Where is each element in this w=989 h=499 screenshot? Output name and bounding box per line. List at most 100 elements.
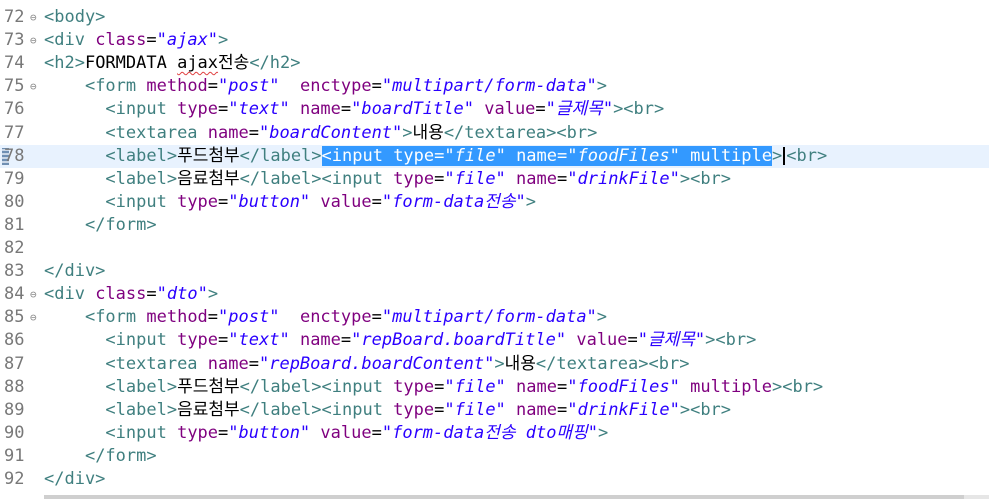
code-line[interactable]: 86 <input type="text" name="repBoard.boa…: [0, 329, 989, 352]
line-number: 86: [4, 330, 25, 351]
code-token: =: [557, 399, 568, 420]
code-text: <form method="post" enctype="multipart/f…: [44, 75, 607, 98]
line-number: 75: [4, 76, 25, 97]
line-gutter: 91: [0, 445, 44, 468]
code-line[interactable]: 89 <label>음료첨부</label><input type="file"…: [0, 399, 989, 422]
code-token: =: [248, 353, 259, 374]
line-gutter: 84 ⊖: [0, 283, 44, 306]
code-token: =: [340, 99, 352, 120]
code-line[interactable]: 74 <h2>FORMDATA ajax전송</h2>: [0, 52, 989, 75]
code-token: </form>: [84, 214, 157, 235]
code-token: >: [596, 76, 608, 97]
code-token: type: [177, 191, 219, 212]
text-cursor: [783, 146, 786, 165]
code-token: >: [596, 307, 608, 328]
code-text: <label>푸드첨부</label><input type="file" na…: [44, 145, 827, 168]
collapse-icon[interactable]: ⊖: [30, 283, 37, 306]
code-token: </label><input: [239, 376, 394, 397]
code-text: <form method="post" enctype="multipart/f…: [44, 306, 607, 329]
code-token: =: [434, 399, 445, 420]
code-token: </div>: [44, 469, 106, 489]
code-token: =: [557, 145, 568, 166]
code-line[interactable]: 90 <input type="button" value="form-data…: [0, 422, 989, 445]
code-line[interactable]: 92 </div>: [0, 468, 989, 491]
code-token: multiple: [690, 145, 772, 166]
code-token: </h2>: [249, 53, 301, 74]
line-gutter: 80: [0, 191, 44, 214]
code-token: enctype: [299, 307, 372, 328]
code-text: <input type="text" name="repBoard.boardT…: [44, 329, 756, 352]
code-line[interactable]: 88 <label>푸드첨부</label><input type="file"…: [0, 376, 989, 399]
code-text: <input type="text" name="boardTitle" val…: [44, 98, 664, 121]
code-line[interactable]: 91 </form>: [0, 445, 989, 468]
line-number: 84: [4, 284, 25, 305]
code-line[interactable]: 85 ⊖ <form method="post" enctype="multipa…: [0, 306, 989, 329]
code-line[interactable]: 77 <textarea name="boardContent">내용</tex…: [0, 122, 989, 145]
code-token: <body>: [44, 7, 106, 27]
code-line[interactable]: 75 ⊖ <form method="post" enctype="multipa…: [0, 75, 989, 98]
code-line[interactable]: 72 ⊖ <body>: [0, 6, 989, 29]
horizontal-scrollbar[interactable]: [44, 495, 989, 499]
code-token: =: [434, 145, 445, 166]
code-token: >: [494, 353, 505, 374]
code-token: >: [218, 30, 229, 51]
code-text: <textarea name="boardContent">내용</textar…: [44, 122, 597, 145]
line-gutter: 81: [0, 214, 44, 237]
code-line[interactable]: 82: [0, 237, 989, 260]
code-text: <div class="dto">: [44, 283, 218, 306]
code-line[interactable]: 76 <input type="text" name="boardTitle" …: [0, 98, 989, 121]
collapse-icon[interactable]: ⊖: [30, 306, 37, 329]
code-line[interactable]: 87 <textarea name="repBoard.boardContent…: [0, 353, 989, 376]
code-line[interactable]: 73 ⊖ <div class="ajax">: [0, 29, 989, 52]
code-token: value: [484, 99, 536, 120]
code-token: type: [177, 330, 219, 351]
code-token: "text": [228, 330, 290, 351]
code-token: >: [772, 145, 783, 166]
code-token: name: [299, 99, 341, 120]
code-line[interactable]: 81 </form>: [0, 214, 989, 237]
code-token: </label><input: [239, 168, 394, 189]
code-token: <form: [84, 307, 147, 328]
code-token: ><br>: [613, 99, 665, 120]
code-token: "boardContent": [258, 122, 403, 143]
code-token: </label><input: [239, 399, 394, 420]
scrollbar-thumb[interactable]: [44, 495, 964, 499]
code-editor[interactable]: 72 ⊖ <body> 73 ⊖ <div class="ajax"> 74 <h2>FORM…: [0, 0, 989, 499]
code-token: method: [146, 76, 208, 97]
collapse-icon[interactable]: ⊖: [30, 29, 37, 52]
code-token: method: [146, 307, 208, 328]
collapse-icon[interactable]: ⊖: [30, 75, 37, 98]
code-line[interactable]: 84 ⊖ <div class="dto">: [0, 283, 989, 306]
code-token: "글제목": [637, 330, 706, 351]
code-token: <div: [44, 30, 96, 51]
code-token: <input: [321, 145, 394, 166]
collapse-icon[interactable]: ⊖: [30, 6, 37, 29]
code-token: type: [177, 99, 219, 120]
line-number: 73: [4, 30, 25, 51]
code-token: "button": [228, 422, 311, 443]
code-line[interactable]: 80 <input type="button" value="form-data…: [0, 191, 989, 214]
code-line[interactable]: 79 <label>음료첨부</label><input type="file"…: [0, 168, 989, 191]
code-token: name: [207, 353, 249, 374]
code-token: =: [371, 191, 382, 212]
code-line[interactable]: 78 <label>푸드첨부</label><input type="file"…: [0, 144, 989, 168]
code-token: <div: [44, 284, 96, 305]
code-token: =: [434, 168, 445, 189]
code-token: </div>: [44, 261, 106, 282]
code-line[interactable]: 83 </div>: [0, 260, 989, 283]
code-token: =: [434, 376, 445, 397]
code-token: =: [146, 30, 157, 51]
code-token: <h2>: [44, 53, 85, 74]
